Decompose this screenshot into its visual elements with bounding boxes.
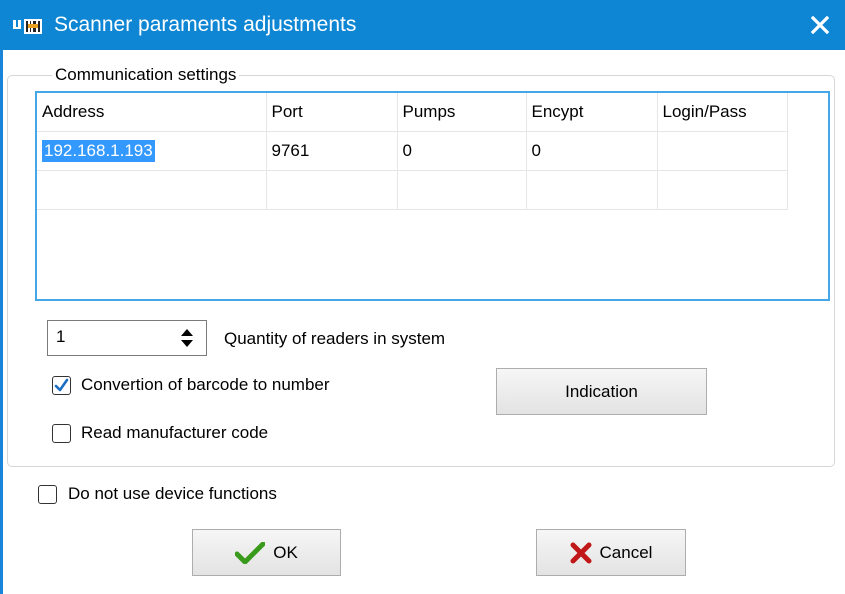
cancel-button[interactable]: Cancel bbox=[536, 529, 686, 576]
readers-quantity-value[interactable]: 1 bbox=[56, 327, 65, 347]
cell-pumps[interactable]: 0 bbox=[397, 131, 527, 171]
window-title: Scanner paraments adjustments bbox=[54, 13, 357, 36]
convertion-label[interactable]: Convertion of barcode to number bbox=[81, 374, 330, 396]
scanner-settings-dialog: Scanner paraments adjustments Communicat… bbox=[0, 0, 845, 594]
cell-login-pass[interactable] bbox=[657, 170, 788, 210]
readers-quantity-spinner[interactable]: 1 bbox=[47, 320, 207, 356]
table-row[interactable]: 192.168.1.193 9761 0 0 bbox=[37, 131, 788, 171]
ok-button-label: OK bbox=[273, 542, 298, 562]
scanner-app-icon bbox=[12, 18, 44, 36]
indication-button-label: Indication bbox=[565, 381, 638, 401]
ok-button[interactable]: OK bbox=[192, 529, 341, 576]
communication-grid[interactable]: Address Port Pumps Encypt Login/Pass 192… bbox=[35, 91, 830, 301]
checkmark-icon bbox=[54, 378, 69, 392]
cell-encypt[interactable]: 0 bbox=[526, 131, 658, 171]
cell-port[interactable]: 9761 bbox=[266, 131, 398, 171]
no-device-functions-checkbox[interactable] bbox=[38, 485, 57, 504]
cell-login-pass[interactable] bbox=[657, 131, 788, 171]
readers-quantity-label: Quantity of readers in system bbox=[224, 329, 446, 348]
checkmark-icon bbox=[235, 541, 266, 564]
cell-address[interactable] bbox=[37, 170, 267, 210]
close-button[interactable] bbox=[803, 8, 837, 42]
selected-address-text[interactable]: 192.168.1.193 bbox=[42, 140, 155, 162]
column-header-encypt[interactable]: Encypt bbox=[526, 93, 658, 132]
column-header-port[interactable]: Port bbox=[266, 93, 398, 132]
manufacturer-code-label[interactable]: Read manufacturer code bbox=[81, 422, 268, 444]
cell-encypt[interactable] bbox=[526, 170, 658, 210]
column-header-pumps[interactable]: Pumps bbox=[397, 93, 527, 132]
indication-button[interactable]: Indication bbox=[496, 368, 707, 415]
cell-port[interactable] bbox=[266, 170, 398, 210]
cell-pumps[interactable] bbox=[397, 170, 527, 210]
no-device-functions-label[interactable]: Do not use device functions bbox=[68, 483, 277, 505]
convertion-checkbox[interactable] bbox=[52, 376, 71, 395]
cell-address[interactable]: 192.168.1.193 bbox=[37, 131, 267, 171]
window-left-border bbox=[0, 50, 3, 594]
close-icon bbox=[811, 16, 829, 34]
grid-header-row: Address Port Pumps Encypt Login/Pass bbox=[37, 93, 788, 132]
group-legend: Communication settings bbox=[52, 64, 240, 86]
cancel-button-label: Cancel bbox=[599, 542, 653, 562]
column-header-address[interactable]: Address bbox=[37, 93, 267, 132]
column-header-login-pass[interactable]: Login/Pass bbox=[657, 93, 788, 132]
cancel-x-icon bbox=[570, 542, 592, 563]
spin-arrows-icon[interactable] bbox=[180, 327, 194, 349]
manufacturer-code-checkbox[interactable] bbox=[52, 424, 71, 443]
title-bar[interactable]: Scanner paraments adjustments bbox=[0, 0, 845, 50]
table-row[interactable] bbox=[37, 170, 788, 210]
